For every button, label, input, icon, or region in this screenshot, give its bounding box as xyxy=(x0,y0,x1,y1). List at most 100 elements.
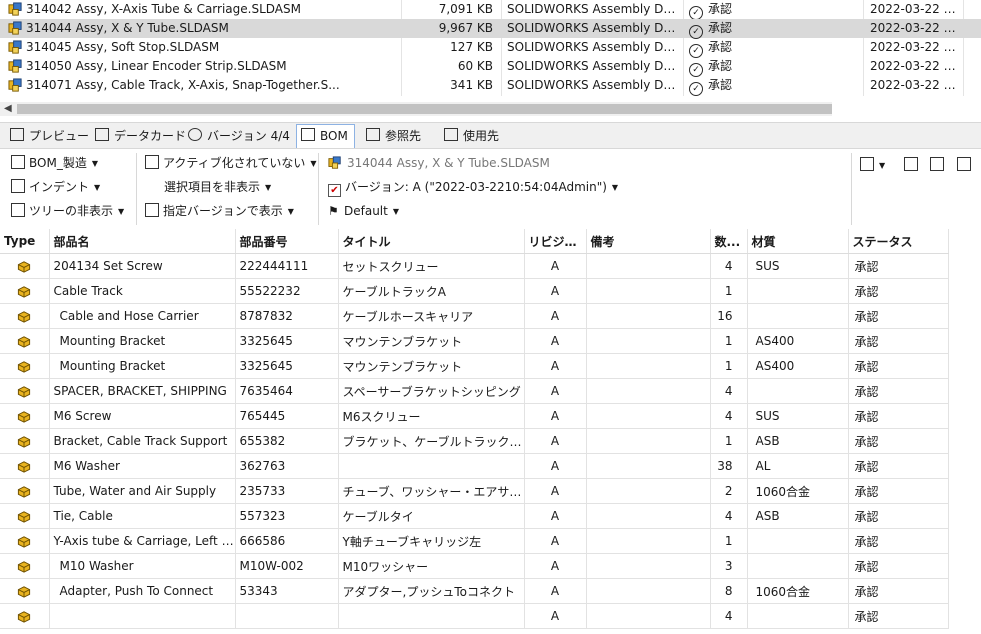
find-button[interactable] xyxy=(930,154,944,176)
file-name: 314042 Assy, X-Axis Tube & Carriage.SLDA… xyxy=(26,2,301,16)
bom-status-cell: 承認 xyxy=(848,478,949,504)
bom-icon xyxy=(11,155,25,169)
configuration-dropdown[interactable]: ⚑ Default ▼ xyxy=(328,200,399,222)
bom-row[interactable]: Mounting Bracket 3325645 マウンテンブラケット A 1 AS400… xyxy=(0,328,949,354)
bom-row[interactable]: M6 Washer 362763 A 38 AL 承認 xyxy=(0,453,949,479)
bom-name-cell: Mounting Bracket xyxy=(49,353,236,379)
bom-part-no-cell: 3325645 xyxy=(235,353,339,379)
bom-type-cell xyxy=(0,603,50,629)
bom-row[interactable]: Adapter, Push To Connect 53343 アダプター,プッシュT… xyxy=(0,578,949,604)
tab-preview[interactable]: プレビュー xyxy=(10,125,89,147)
col-status[interactable]: ステータス xyxy=(848,229,949,254)
part-icon xyxy=(16,309,32,324)
file-row[interactable]: 314042 Assy, X-Axis Tube & Carriage.SLDA… xyxy=(0,0,981,20)
grid-layout-button[interactable]: ▼ xyxy=(860,154,885,176)
version-dropdown[interactable]: ✔ バージョン: A ("2022-03-2210:54:04Admin") ▼ xyxy=(328,176,618,198)
file-type: SOLIDWORKS Assembly Docu... xyxy=(507,40,677,54)
show-version-dropdown[interactable]: 指定バージョンで表示 ▼ xyxy=(145,200,294,222)
bom-row[interactable]: Cable Track 55522232 ケーブルトラックA A 1 承認 xyxy=(0,278,949,304)
tab-where-used[interactable]: 使用先 xyxy=(444,125,499,147)
file-row[interactable]: 314044 Assy, X & Y Tube.SLDASM 9,967 KB SO… xyxy=(0,19,981,39)
bom-title-cell xyxy=(338,453,525,479)
bom-note-cell xyxy=(586,328,711,354)
col-revision[interactable]: リビジョ... xyxy=(524,229,587,254)
file-size: 9,967 KB xyxy=(438,21,493,35)
tab-version[interactable]: バージョン 4/4 xyxy=(188,125,290,147)
col-name[interactable]: 部品名 xyxy=(49,229,236,254)
bom-material-cell: 1060合金 xyxy=(747,478,849,504)
bom-type-cell xyxy=(0,328,50,354)
assembly-icon xyxy=(8,40,23,55)
tab-bom[interactable]: BOM xyxy=(296,124,355,149)
tree-hide-dropdown[interactable]: ツリーの非表示 ▼ xyxy=(11,200,124,222)
col-type[interactable]: Type xyxy=(0,229,50,254)
scrollbar-thumb[interactable] xyxy=(17,104,832,114)
col-material[interactable]: 材質 xyxy=(747,229,849,254)
bom-revision-cell: A xyxy=(524,603,587,629)
bom-row[interactable]: Tie, Cable 557323 ケーブルタイ A 4 ASB 承認 xyxy=(0,503,949,529)
bom-row[interactable]: A 4 承認 xyxy=(0,603,949,629)
bom-row[interactable]: SPACER, BRACKET, SHIPPING 7635464 スペーサーブラケ… xyxy=(0,378,949,404)
bom-title-cell: アダプター,プッシュToコネクト xyxy=(338,578,525,604)
file-row[interactable]: 314071 Assy, Cable Track, X-Axis, Snap-T… xyxy=(0,76,981,96)
file-status: ✓ 承認 xyxy=(689,57,859,77)
activation-dropdown[interactable]: アクティブ化されていない ▼ xyxy=(145,152,316,174)
bom-note-cell xyxy=(586,603,711,629)
print-button[interactable] xyxy=(957,154,971,176)
scroll-left-icon[interactable]: ◀ xyxy=(4,102,12,116)
bom-type-cell xyxy=(0,278,50,304)
approved-check-icon: ✓ xyxy=(689,63,703,77)
bom-row[interactable]: Tube, Water and Air Supply 235733 チューブ、ワッシ… xyxy=(0,478,949,504)
bom-name-cell: SPACER, BRACKET, SHIPPING xyxy=(49,378,236,404)
col-part-no[interactable]: 部品番号 xyxy=(235,229,339,254)
file-row[interactable]: 314045 Assy, Soft Stop.SLDASM 127 KB SOLID… xyxy=(0,38,981,58)
horizontal-scrollbar[interactable]: ◀ xyxy=(0,102,832,116)
bom-row[interactable]: M10 Washer M10W-002 M10ワッシャー A 3 承認 xyxy=(0,553,949,579)
bom-name-cell: 204134 Set Screw xyxy=(49,253,236,279)
bom-part-no-cell: 8787832 xyxy=(235,303,339,329)
bom-revision-cell: A xyxy=(524,553,587,579)
bom-name-cell: Bracket, Cable Track Support xyxy=(49,428,236,454)
hide-selected-dropdown[interactable]: 選択項目を非表示 ▼ xyxy=(164,176,271,198)
configuration-icon: ⚑ xyxy=(328,204,339,218)
file-date: 2022-03-22 10:... xyxy=(870,78,960,92)
bom-title-cell: マウンテンブラケット xyxy=(338,353,525,379)
bom-type-cell xyxy=(0,578,50,604)
bom-header-row: Type 部品名 部品番号 タイトル リビジョ... 備考 数... 材質 ステ… xyxy=(0,229,949,254)
find-icon xyxy=(930,157,944,171)
bom-type-dropdown[interactable]: BOM_製造 ▼ xyxy=(11,152,98,174)
tab-references[interactable]: 参照先 xyxy=(366,125,421,147)
part-icon xyxy=(16,484,32,499)
approved-check-icon: ✓ xyxy=(689,25,703,39)
assembly-icon xyxy=(328,156,342,170)
bom-row[interactable]: M6 Screw 765445 M6スクリュー A 4 SUS 承認 xyxy=(0,403,949,429)
col-title[interactable]: タイトル xyxy=(338,229,525,254)
bom-row[interactable]: 204134 Set Screw 222444111 セットスクリュー A 4 SUS 承認 xyxy=(0,253,949,279)
file-type: SOLIDWORKS Assembly Docu... xyxy=(507,21,677,35)
export-button[interactable] xyxy=(904,154,918,176)
chevron-down-icon: ▼ xyxy=(392,207,400,216)
part-icon xyxy=(16,434,32,449)
file-row[interactable]: 314050 Assy, Linear Encoder Strip.SLDASM… xyxy=(0,57,981,77)
bom-revision-cell: A xyxy=(524,328,587,354)
bom-part-no-cell: 557323 xyxy=(235,503,339,529)
tab-datacard[interactable]: データカード xyxy=(95,125,186,147)
file-status: ✓ 承認 xyxy=(689,38,859,58)
bom-qty-cell: 16 xyxy=(710,303,748,329)
indent-dropdown[interactable]: インデント ▼ xyxy=(11,176,100,198)
bom-row[interactable]: Cable and Hose Carrier 8787832 ケーブルホースキャリア… xyxy=(0,303,949,329)
bom-part-no-cell: 362763 xyxy=(235,453,339,479)
file-status-text: 承認 xyxy=(708,78,733,92)
col-qty[interactable]: 数... xyxy=(710,229,748,254)
bom-revision-cell: A xyxy=(524,428,587,454)
bom-type-cell xyxy=(0,428,50,454)
bom-row[interactable]: Mounting Bracket 3325645 マウンテンブラケット A 1 AS400… xyxy=(0,353,949,379)
file-list: 314042 Assy, X-Axis Tube & Carriage.SLDA… xyxy=(0,0,981,102)
indent-icon xyxy=(11,179,25,193)
bom-qty-cell: 1 xyxy=(710,528,748,554)
bom-row[interactable]: Y-Axis tube & Carriage, Left Side 666586 Y… xyxy=(0,528,949,554)
chevron-down-icon: ▼ xyxy=(94,183,101,192)
col-note[interactable]: 備考 xyxy=(586,229,711,254)
bom-type-label: BOM_製造 xyxy=(29,156,87,170)
bom-row[interactable]: Bracket, Cable Track Support 655382 ブラケット、… xyxy=(0,428,949,454)
